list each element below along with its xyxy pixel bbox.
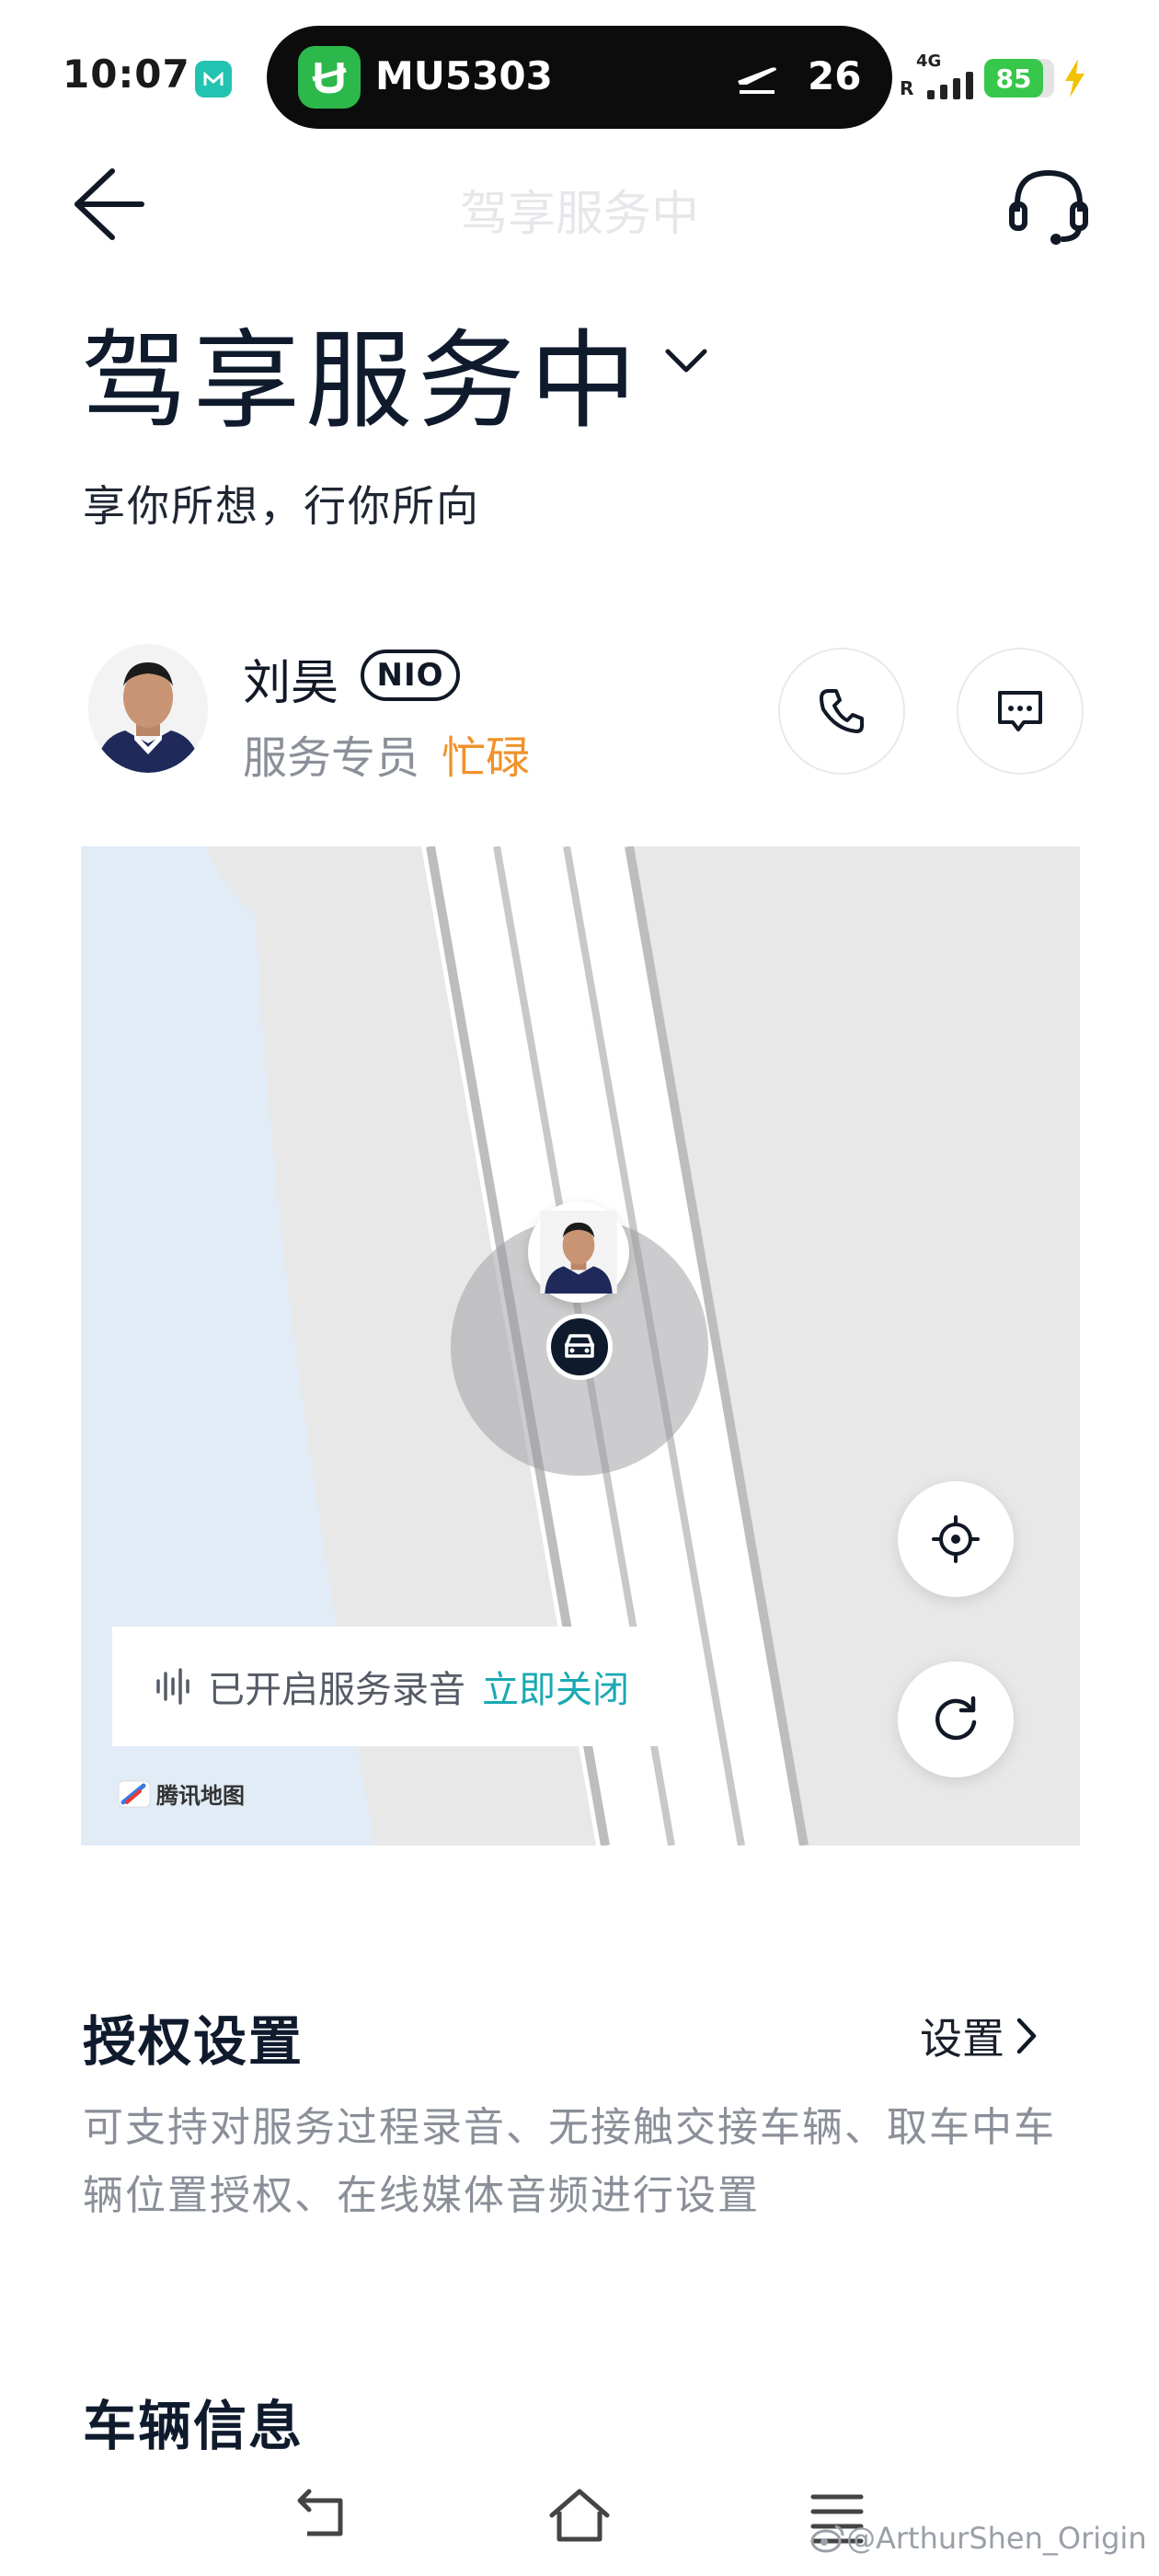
page-title: 驾享服务中 — [81, 319, 642, 443]
specialist-avatar[interactable] — [88, 644, 208, 773]
specialist-role: 服务专员 — [243, 732, 420, 784]
specialist-status: 忙碌 — [442, 732, 531, 784]
roaming-indicator: R — [900, 77, 914, 99]
recording-banner: 已开启服务录音 立即关闭 — [112, 1627, 683, 1746]
vehicle-section-title: 车辆信息 — [83, 2395, 304, 2457]
page-subtitle: 享你所想，行你所向 — [83, 481, 480, 531]
battery-level: 85 — [984, 59, 1043, 98]
map-view[interactable]: 已开启服务录音 立即关闭 腾讯地图 — [81, 846, 1080, 1846]
auth-settings-link[interactable]: 设置 — [920, 2006, 1047, 2066]
auth-settings-label: 设置 — [920, 2014, 1004, 2064]
crosshair-icon — [932, 1515, 980, 1563]
auth-section-title: 授权设置 — [83, 2010, 304, 2073]
status-bar: 10:07 MU5303 26 4G R 85 — [0, 0, 1159, 156]
message-button[interactable] — [957, 648, 1084, 775]
map-provider-logo: 腾讯地图 — [118, 1777, 245, 1810]
watermark: @ArthurShen_Origin — [809, 2521, 1147, 2556]
status-time: 10:07 — [63, 52, 190, 97]
dynamic-island-flight[interactable]: MU5303 26 — [267, 26, 892, 129]
car-icon — [565, 1334, 594, 1358]
tencent-map-logo-icon — [118, 1780, 151, 1807]
nav-title: 驾享服务中 — [459, 187, 699, 242]
customer-service-icon[interactable] — [1004, 162, 1093, 250]
nio-app-status-icon — [195, 61, 232, 98]
map-specialist-pin[interactable] — [528, 1202, 629, 1303]
chevron-down-icon[interactable] — [662, 342, 710, 379]
signal-icon: 4G R — [900, 52, 982, 105]
network-type: 4G — [916, 52, 942, 71]
locate-button[interactable] — [898, 1481, 1014, 1597]
refresh-button[interactable] — [898, 1662, 1014, 1777]
charging-icon — [1065, 59, 1084, 98]
auth-description: 可支持对服务过程录音、无接触交接车辆、取车中车辆位置授权、在线媒体音频进行设置 — [83, 2104, 1056, 2219]
phone-icon — [820, 689, 864, 733]
flight-number: MU5303 — [375, 53, 553, 98]
system-back-icon[interactable] — [285, 2484, 359, 2548]
nio-badge: NIO — [361, 650, 460, 701]
chat-icon — [998, 691, 1042, 731]
system-home-icon[interactable] — [543, 2484, 616, 2548]
flight-app-icon — [298, 46, 361, 109]
weibo-icon — [810, 2524, 844, 2553]
plane-takeoff-icon — [738, 67, 776, 94]
map-provider-name: 腾讯地图 — [156, 1783, 245, 1809]
recording-status-text: 已开启服务录音 — [208, 1669, 465, 1711]
watermark-text: @ArthurShen_Origin — [846, 2521, 1147, 2556]
car-location-marker — [546, 1314, 613, 1380]
stop-recording-link[interactable]: 立即关闭 — [482, 1660, 629, 1713]
battery-icon: 85 — [984, 59, 1054, 98]
call-button[interactable] — [778, 648, 905, 775]
specialist-name: 刘昊 — [243, 656, 339, 711]
flight-minutes: 26 — [808, 53, 862, 98]
refresh-icon — [935, 1696, 977, 1741]
audio-wave-icon — [156, 1668, 189, 1705]
chevron-right-icon — [1016, 2018, 1037, 2054]
